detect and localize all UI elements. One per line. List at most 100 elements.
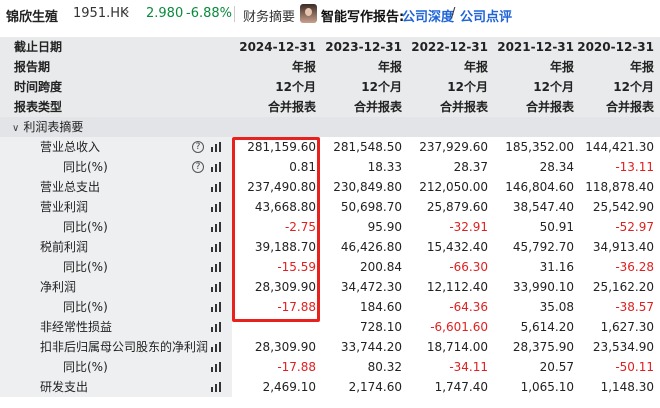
table-row: 非经常性损益 728.10 -6,601.60 5,614.20 1,627.30 xyxy=(0,317,660,337)
table-cell: 237,929.60 xyxy=(419,140,488,154)
table-cell: 200.84 xyxy=(360,260,402,274)
table-cell: -34.11 xyxy=(449,360,488,374)
table-cell: 184.60 xyxy=(360,300,402,314)
table-row: 同比(%) -17.88 80.32 -34.11 20.57 -50.11 xyxy=(0,357,660,377)
header-cell: 合并报表 xyxy=(605,100,654,114)
table-row: 同比(%) -2.75 95.90 -32.91 50.91 -52.97 xyxy=(0,217,660,237)
table-cell: 35.08 xyxy=(539,300,574,314)
table-cell: 185,352.00 xyxy=(505,140,574,154)
company-deep-link[interactable]: 公司深度 xyxy=(402,6,454,25)
bar-chart-icon[interactable] xyxy=(211,342,221,352)
table-cell: 728.10 xyxy=(360,320,402,334)
table-cell: 237,490.80 xyxy=(247,180,316,194)
table-cell: -15.59 xyxy=(277,260,316,274)
bar-chart-icon[interactable] xyxy=(211,382,221,392)
row-label-cell: 营业总支出 xyxy=(0,177,232,197)
row-label-cell: 扣非后归属母公司股东的净利润 xyxy=(0,337,232,357)
divider xyxy=(234,6,235,22)
table-cell: -32.91 xyxy=(449,220,488,234)
bar-chart-icon[interactable] xyxy=(211,322,221,332)
table-cell: -52.97 xyxy=(615,220,654,234)
row-label-cell: 同比(%)? xyxy=(0,157,232,177)
table-cell: -17.88 xyxy=(277,300,316,314)
table-cell: 281,159.60 xyxy=(247,140,316,154)
bar-chart-icon[interactable] xyxy=(211,222,221,232)
finance-summary-tab[interactable]: 财务摘要 xyxy=(243,6,295,25)
row-label: 扣非后归属母公司股东的净利润 xyxy=(40,340,209,354)
table-row: 营业利润 43,668.80 50,698.70 25,879.60 38,547.40… xyxy=(0,197,660,217)
company-review-link[interactable]: 公司点评 xyxy=(460,6,512,25)
row-label: 营业总收入 xyxy=(40,140,101,154)
section-header[interactable]: ∨ 利润表摘要 xyxy=(0,117,660,137)
row-label: 税前利润 xyxy=(40,240,89,254)
table-cell: 118,878.40 xyxy=(585,180,654,194)
header-label: 截止日期 xyxy=(14,40,63,54)
bar-chart-icon[interactable] xyxy=(211,162,221,172)
row-label-cell: 同比(%) xyxy=(0,297,232,317)
bar-chart-icon[interactable] xyxy=(211,202,221,212)
table-cell: 15,432.40 xyxy=(426,240,488,254)
header-cell: 年报 xyxy=(629,60,654,74)
table-cell: 38,547.40 xyxy=(512,200,574,214)
header-cell: 12个月 xyxy=(447,80,488,94)
table-cell: -17.88 xyxy=(277,360,316,374)
table-cell: 31.16 xyxy=(539,260,574,274)
table-cell: -64.36 xyxy=(449,300,488,314)
bar-chart-icon[interactable] xyxy=(211,242,221,252)
table-cell: 34,472.30 xyxy=(340,280,402,294)
table-cell: -6,601.60 xyxy=(430,320,488,334)
header-cell: 年报 xyxy=(291,60,316,74)
row-label-cell: 营业利润 xyxy=(0,197,232,217)
stock-name: 锦欣生殖 xyxy=(6,10,59,25)
bar-chart-icon[interactable] xyxy=(211,362,221,372)
table-cell: 1,747.40 xyxy=(434,380,488,394)
table-cell: 5,614.20 xyxy=(520,320,574,334)
table-cell: 34,913.40 xyxy=(592,240,654,254)
bar-chart-icon[interactable] xyxy=(211,142,221,152)
bar-chart-icon[interactable] xyxy=(211,182,221,192)
header-cell: 合并报表 xyxy=(353,100,402,114)
table-cell: 1,627.30 xyxy=(600,320,654,334)
table-cell: 28,309.90 xyxy=(254,280,316,294)
chevron-right-icon[interactable]: › xyxy=(124,4,130,20)
header-cell: 2020-12-31 xyxy=(577,40,654,54)
table-cell: 20.57 xyxy=(539,360,574,374)
row-label: 营业利润 xyxy=(40,200,89,214)
ai-report-label: 智能写作报告: xyxy=(321,10,405,25)
header-cell: 合并报表 xyxy=(267,100,316,114)
header-label: 报表类型 xyxy=(14,100,63,114)
header-cell: 年报 xyxy=(549,60,574,74)
table-row: 税前利润 39,188.70 46,426.80 15,432.40 45,792.70… xyxy=(0,237,660,257)
table-row: 研发支出 2,469.10 2,174.60 1,747.40 1,065.10 1,14… xyxy=(0,377,660,397)
stock-code: 1951.HK xyxy=(73,6,129,21)
header-cell: 12个月 xyxy=(613,80,654,94)
table-cell: 144,421.30 xyxy=(585,140,654,154)
row-label: 研发支出 xyxy=(40,380,89,394)
table-cell: 25,542.90 xyxy=(592,200,654,214)
table-row: 营业总支出 237,490.80 230,849.80 212,050.00 146,8… xyxy=(0,177,660,197)
section-title[interactable]: ∨ 利润表摘要 xyxy=(0,117,232,137)
row-label: 同比(%) xyxy=(63,300,108,314)
row-label-cell: 净利润 xyxy=(0,277,232,297)
table-cell: 45,792.70 xyxy=(512,240,574,254)
row-label-cell: 非经常性损益 xyxy=(0,317,232,337)
header-label: 报告期 xyxy=(14,60,51,74)
table-cell: 212,050.00 xyxy=(419,180,488,194)
stock-change-pct: -6.88% xyxy=(186,6,232,21)
bar-chart-icon[interactable] xyxy=(211,302,221,312)
table-cell: 2,469.10 xyxy=(262,380,316,394)
header-cell: 12个月 xyxy=(361,80,402,94)
table-cell: -2.75 xyxy=(284,220,316,234)
table-cell: -36.28 xyxy=(615,260,654,274)
table-cell: 0.81 xyxy=(289,160,316,174)
question-circle-icon[interactable]: ? xyxy=(192,141,204,153)
header-cell: 12个月 xyxy=(275,80,316,94)
question-circle-icon[interactable]: ? xyxy=(192,161,204,173)
header-row: 时间跨度 12个月 12个月 12个月 12个月 12个月 xyxy=(0,77,660,97)
table-cell: 50,698.70 xyxy=(340,200,402,214)
table-cell: 25,162.20 xyxy=(592,280,654,294)
bar-chart-icon[interactable] xyxy=(211,282,221,292)
link-separator: / xyxy=(451,6,456,21)
bar-chart-icon[interactable] xyxy=(211,262,221,272)
chevron-down-icon[interactable]: ∨ xyxy=(12,119,19,139)
